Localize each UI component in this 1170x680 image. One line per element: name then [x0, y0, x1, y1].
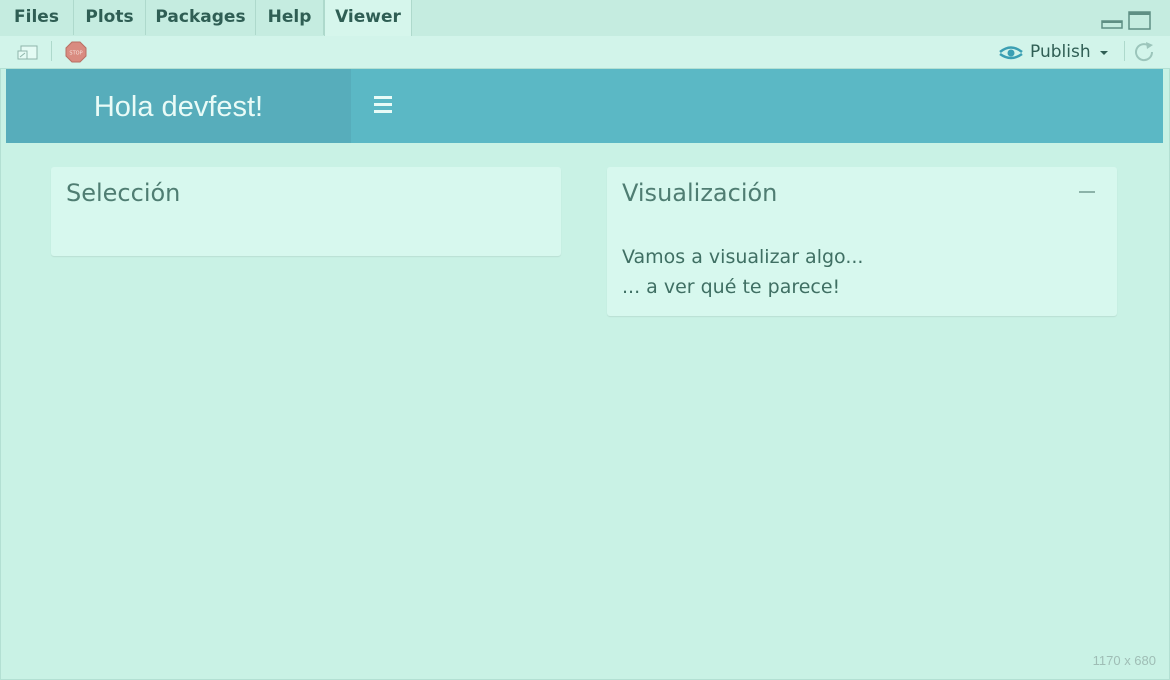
dashboard-header: Hola devfest!	[6, 69, 1163, 143]
viewer-toolbar: STOP Publish	[0, 36, 1170, 69]
stop-icon[interactable]: STOP	[65, 41, 87, 63]
viewer-size-readout: 1170 x 680	[1092, 653, 1156, 668]
seleccion-box: Selección	[51, 167, 561, 256]
export-icon[interactable]	[16, 42, 40, 62]
visualizacion-box-title: Visualización	[622, 179, 778, 207]
refresh-icon[interactable]	[1133, 41, 1157, 63]
toolbar-divider	[1124, 41, 1125, 61]
tab-viewer[interactable]: Viewer	[324, 0, 412, 36]
svg-text:STOP: STOP	[69, 51, 82, 57]
publish-label: Publish	[1030, 42, 1091, 62]
dashboard-title: Hola devfest!	[6, 69, 351, 143]
publish-icon	[999, 46, 1023, 60]
seleccion-box-title: Selección	[66, 179, 181, 207]
visualizacion-text-line-2: ... a ver qué te parece!	[622, 276, 841, 298]
sidebar-toggle-icon[interactable]	[374, 96, 392, 114]
maximize-pane-icon[interactable]	[1128, 11, 1152, 31]
minimize-pane-icon[interactable]	[1101, 11, 1123, 31]
collapse-box-button[interactable]	[1079, 191, 1095, 193]
toolbar-divider	[51, 41, 52, 61]
visualizacion-text-line-1: Vamos a visualizar algo...	[622, 246, 864, 268]
tab-plots[interactable]: Plots	[74, 0, 146, 35]
tab-packages[interactable]: Packages	[146, 0, 256, 35]
tab-help[interactable]: Help	[256, 0, 324, 35]
publish-button[interactable]: Publish	[998, 40, 1111, 64]
tab-files[interactable]: Files	[0, 0, 74, 35]
pane-tab-bar: Files Plots Packages Help Viewer	[0, 0, 1170, 37]
visualizacion-box: Visualización Vamos a visualizar algo...…	[607, 167, 1117, 316]
chevron-down-icon[interactable]	[1097, 42, 1111, 62]
